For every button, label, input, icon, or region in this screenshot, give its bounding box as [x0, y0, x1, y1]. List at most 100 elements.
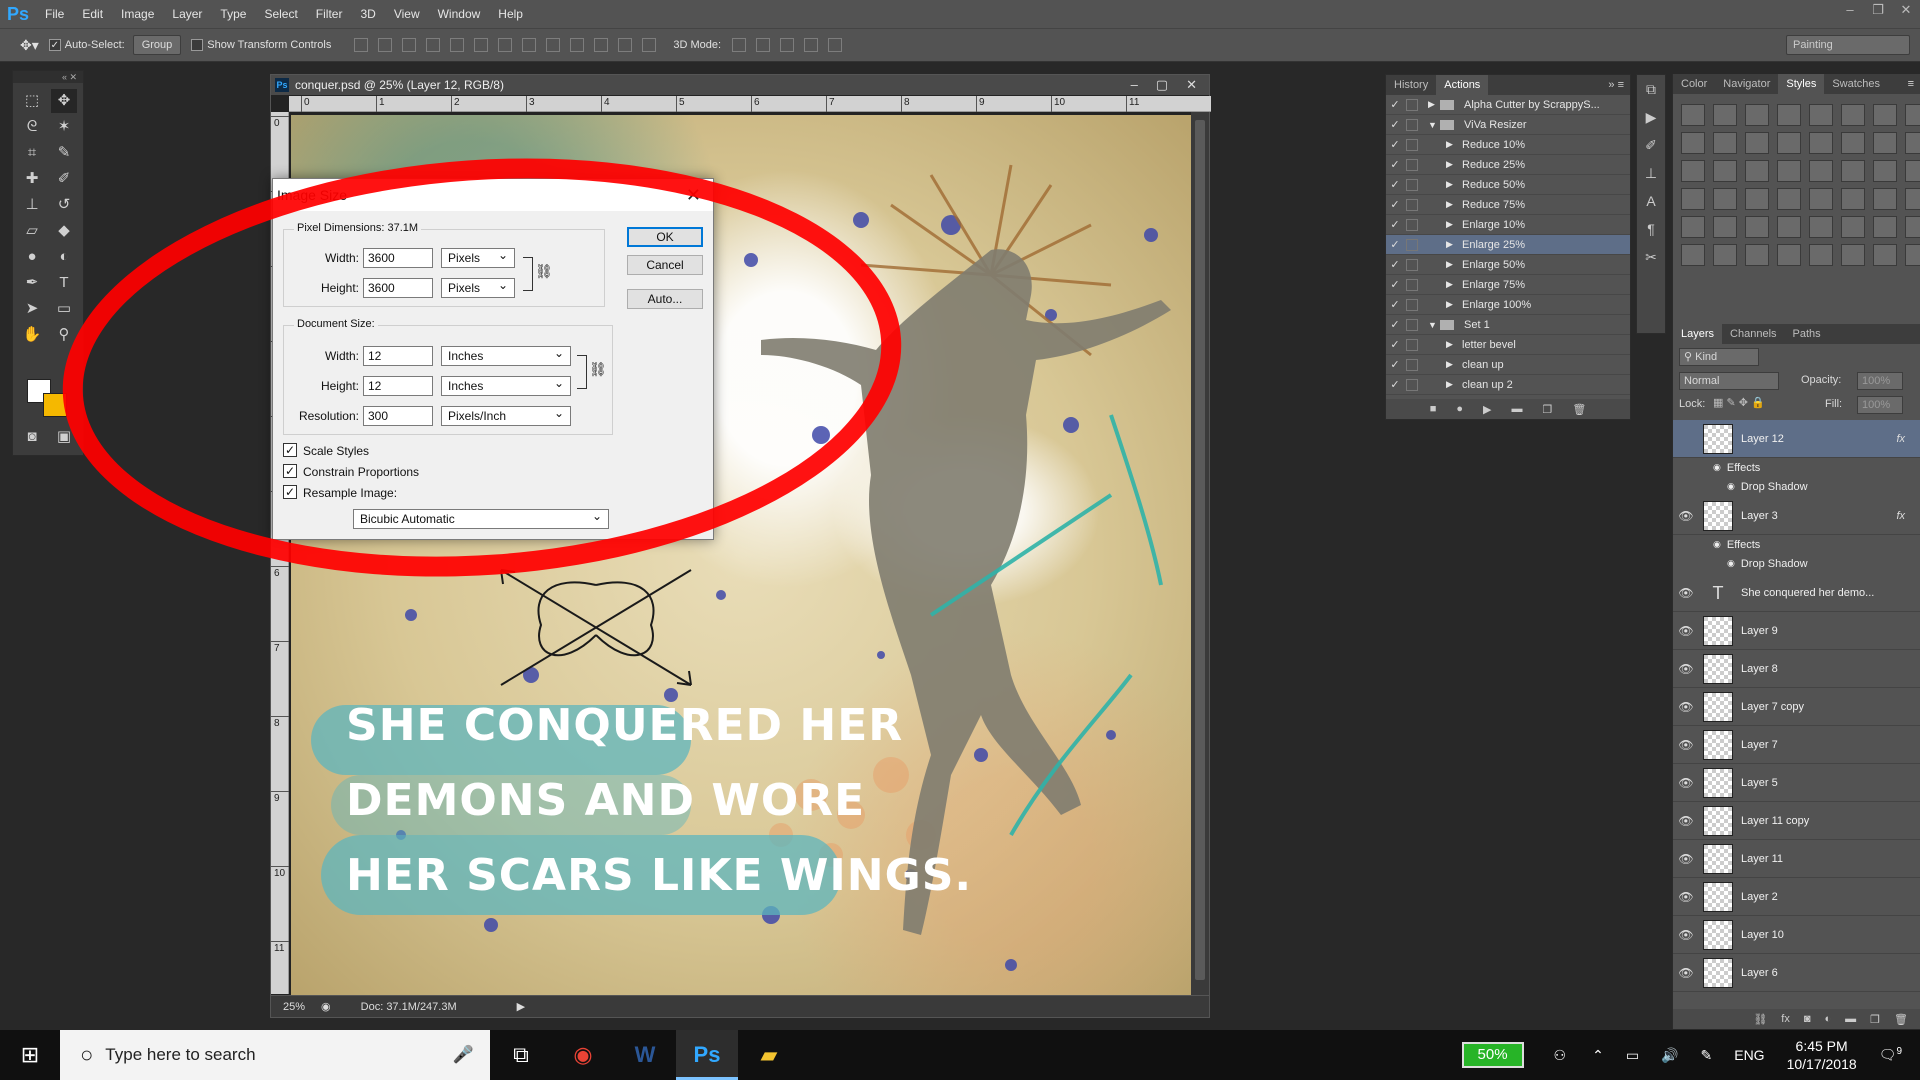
action-item[interactable]: ✓ ▶ Reduce 10%: [1386, 135, 1630, 155]
style-preset[interactable]: [1905, 244, 1920, 266]
style-preset[interactable]: [1841, 188, 1865, 210]
layer-row[interactable]: 👁 Layer 5: [1673, 764, 1920, 802]
tab-channels[interactable]: Channels: [1722, 324, 1784, 344]
visibility-eye-icon[interactable]: 👁: [1673, 738, 1699, 752]
paint-bucket-icon[interactable]: ◆: [51, 219, 77, 243]
layer-effects-icon[interactable]: fx: [1896, 510, 1905, 522]
show-transform-checkbox[interactable]: [191, 39, 204, 51]
blend-mode-dropdown[interactable]: Normal: [1679, 372, 1779, 390]
action-set[interactable]: ✓ ▼ Set 1: [1386, 315, 1630, 335]
layer-name[interactable]: Layer 7: [1741, 739, 1778, 751]
style-preset[interactable]: [1713, 160, 1737, 182]
drop-shadow-row[interactable]: ◉ Drop Shadow: [1673, 554, 1920, 573]
style-preset[interactable]: [1873, 244, 1897, 266]
eye-icon[interactable]: ◉: [1713, 462, 1721, 473]
tab-paths[interactable]: Paths: [1785, 324, 1829, 344]
minimize-icon[interactable]: –: [1842, 2, 1858, 18]
tab-color[interactable]: Color: [1673, 74, 1715, 94]
style-preset[interactable]: [1745, 188, 1769, 210]
layer-effects-icon[interactable]: fx: [1896, 433, 1905, 445]
pixel-width-input[interactable]: 3600: [363, 248, 433, 268]
check-icon[interactable]: ✓: [1386, 318, 1404, 331]
workspace-dropdown[interactable]: Painting: [1786, 35, 1910, 55]
clock[interactable]: 6:45 PM 10/17/2018: [1787, 1037, 1857, 1073]
disclosure-arrow-icon[interactable]: ▶: [1446, 219, 1458, 230]
style-preset[interactable]: [1809, 104, 1833, 126]
style-preset[interactable]: [1777, 160, 1801, 182]
tab-styles[interactable]: Styles: [1778, 74, 1825, 94]
screen-mode-icon[interactable]: ▣: [51, 425, 77, 449]
taskbar-search-box[interactable]: ○ Type here to search 🎤: [60, 1030, 490, 1080]
close-icon[interactable]: ✕: [686, 185, 701, 206]
doc-width-unit[interactable]: Inches: [441, 344, 571, 366]
style-preset[interactable]: [1873, 160, 1897, 182]
layer-name[interactable]: She conquered her demo...: [1741, 587, 1874, 599]
dialog-toggle-box[interactable]: [1406, 178, 1418, 191]
word-icon[interactable]: W: [614, 1030, 676, 1080]
visibility-eye-icon[interactable]: 👁: [1673, 814, 1699, 828]
style-preset[interactable]: [1681, 216, 1705, 238]
path-select-icon[interactable]: ➤: [19, 297, 45, 321]
panel-menu-icon[interactable]: » ≡: [1608, 79, 1630, 91]
ok-button[interactable]: OK: [627, 227, 703, 247]
style-preset[interactable]: [1841, 160, 1865, 182]
layer-row[interactable]: 👁 Layer 11: [1673, 840, 1920, 878]
layer-row[interactable]: 👁 Layer 6: [1673, 954, 1920, 992]
layer-name[interactable]: Layer 8: [1741, 663, 1778, 675]
style-preset[interactable]: [1873, 216, 1897, 238]
distribute-bottom-icon[interactable]: [546, 38, 561, 52]
eraser-tool-icon[interactable]: ▱: [19, 219, 45, 243]
style-preset[interactable]: [1777, 132, 1801, 154]
style-preset[interactable]: [1745, 244, 1769, 266]
resample-method-dropdown[interactable]: Bicubic Automatic: [353, 507, 609, 529]
style-preset[interactable]: [1745, 104, 1769, 126]
layer-row[interactable]: 👁 Layer 10: [1673, 916, 1920, 954]
disclosure-arrow-icon[interactable]: ▶: [1446, 239, 1458, 250]
3d-scale-icon[interactable]: [828, 38, 843, 52]
style-preset[interactable]: [1745, 160, 1769, 182]
style-preset[interactable]: [1841, 244, 1865, 266]
new-set-icon[interactable]: ▬: [1511, 403, 1522, 415]
document-tab[interactable]: Ps conquer.psd @ 25% (Layer 12, RGB/8) –…: [271, 75, 1209, 95]
check-icon[interactable]: ✓: [1386, 158, 1404, 171]
stop-icon[interactable]: ■: [1430, 403, 1437, 415]
play-icon[interactable]: ▶: [1483, 403, 1491, 416]
disclosure-arrow-icon[interactable]: ▶: [1446, 159, 1458, 170]
chevron-up-icon[interactable]: ⌃: [1592, 1047, 1604, 1064]
dialog-toggle-box[interactable]: [1406, 238, 1418, 251]
layer-name[interactable]: Layer 9: [1741, 625, 1778, 637]
style-preset[interactable]: [1841, 216, 1865, 238]
trash-icon[interactable]: 🗑: [1572, 403, 1586, 416]
document-scrollbar[interactable]: [1191, 112, 1209, 997]
style-preset[interactable]: [1681, 132, 1705, 154]
layer-name[interactable]: Layer 2: [1741, 891, 1778, 903]
style-preset[interactable]: [1777, 188, 1801, 210]
dialog-toggle-box[interactable]: [1406, 298, 1418, 311]
link-layers-icon[interactable]: ⛓: [1753, 1013, 1767, 1026]
tab-layers[interactable]: Layers: [1673, 324, 1723, 344]
windows-start-icon[interactable]: ⊞: [0, 1042, 60, 1068]
align-bottom-icon[interactable]: [402, 38, 417, 52]
check-icon[interactable]: ✓: [1386, 338, 1404, 351]
type-tool-icon[interactable]: T: [51, 271, 77, 295]
3d-slide-icon[interactable]: [804, 38, 819, 52]
style-preset[interactable]: [1841, 132, 1865, 154]
menu-image[interactable]: Image: [112, 7, 163, 21]
hand-tool-icon[interactable]: ✋: [19, 323, 45, 347]
dialog-toggle-box[interactable]: [1406, 278, 1418, 291]
style-preset[interactable]: [1777, 216, 1801, 238]
resolution-unit[interactable]: Pixels/Inch: [441, 404, 571, 426]
visibility-eye-icon[interactable]: 👁: [1673, 662, 1699, 676]
visibility-eye-icon[interactable]: 👁: [1673, 624, 1699, 638]
dialog-toggle-box[interactable]: [1406, 158, 1418, 171]
visibility-eye-icon[interactable]: 👁: [1673, 890, 1699, 904]
distribute-vcenter-icon[interactable]: [522, 38, 537, 52]
style-preset[interactable]: [1681, 104, 1705, 126]
eyedropper-icon[interactable]: ✎: [51, 141, 77, 165]
check-icon[interactable]: ✓: [1386, 378, 1404, 391]
dialog-toggle-box[interactable]: [1406, 198, 1418, 211]
zoom-tool-icon[interactable]: ⚲: [51, 323, 77, 347]
style-preset[interactable]: [1713, 104, 1737, 126]
doc-close-icon[interactable]: ✕: [1186, 77, 1197, 93]
check-icon[interactable]: ✓: [1386, 238, 1404, 251]
